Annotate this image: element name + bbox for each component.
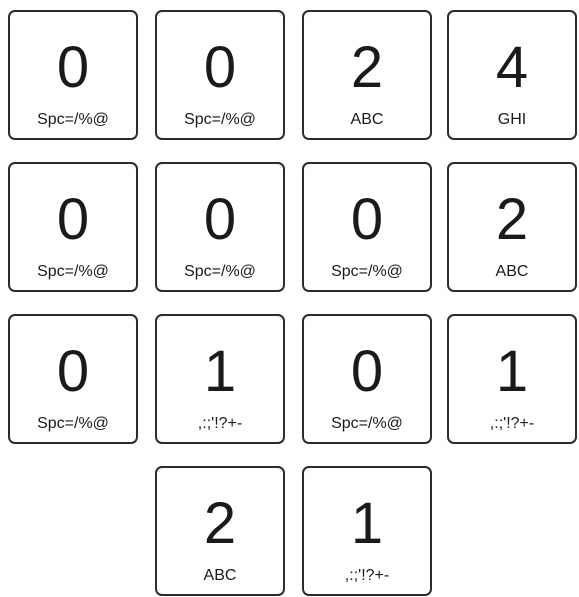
key-letters: Spc=/%@ (184, 263, 256, 280)
key-digit: 0 (350, 187, 384, 252)
key-1[interactable]: 1 ,:;'!?+- (447, 314, 577, 444)
key-digit: 0 (203, 35, 237, 100)
keypad: 0 Spc=/%@ 0 Spc=/%@ 2 ABC 4 GHI 0 Spc=/%… (0, 0, 579, 597)
key-0[interactable]: 0 Spc=/%@ (8, 162, 138, 292)
key-digit: 1 (495, 339, 529, 404)
key-2[interactable]: 2 ABC (155, 466, 285, 596)
key-0[interactable]: 0 Spc=/%@ (302, 314, 432, 444)
key-0[interactable]: 0 Spc=/%@ (8, 10, 138, 140)
key-digit: 0 (56, 339, 90, 404)
key-digit: 0 (56, 187, 90, 252)
key-digit: 1 (350, 491, 384, 556)
key-1[interactable]: 1 ,:;'!?+- (155, 314, 285, 444)
key-letters: ABC (203, 567, 237, 584)
key-digit: 2 (350, 35, 384, 100)
key-4[interactable]: 4 GHI (447, 10, 577, 140)
key-letters: Spc=/%@ (184, 111, 256, 128)
key-0[interactable]: 0 Spc=/%@ (155, 162, 285, 292)
key-letters: ,:;'!?+- (489, 415, 535, 432)
key-letters: ABC (495, 263, 529, 280)
key-letters: Spc=/%@ (331, 415, 403, 432)
key-letters: GHI (497, 111, 527, 128)
key-1[interactable]: 1 ,:;'!?+- (302, 466, 432, 596)
key-0[interactable]: 0 Spc=/%@ (8, 314, 138, 444)
key-letters: ,:;'!?+- (344, 567, 390, 584)
key-digit: 0 (56, 35, 90, 100)
key-digit: 0 (203, 187, 237, 252)
key-0[interactable]: 0 Spc=/%@ (155, 10, 285, 140)
key-letters: ABC (350, 111, 384, 128)
key-digit: 1 (203, 339, 237, 404)
key-letters: Spc=/%@ (37, 111, 109, 128)
key-digit: 2 (203, 491, 237, 556)
key-letters: ,:;'!?+- (197, 415, 243, 432)
key-2[interactable]: 2 ABC (447, 162, 577, 292)
key-letters: Spc=/%@ (37, 263, 109, 280)
key-digit: 4 (495, 35, 529, 100)
key-digit: 0 (350, 339, 384, 404)
key-2[interactable]: 2 ABC (302, 10, 432, 140)
key-0[interactable]: 0 Spc=/%@ (302, 162, 432, 292)
key-letters: Spc=/%@ (331, 263, 403, 280)
key-letters: Spc=/%@ (37, 415, 109, 432)
key-digit: 2 (495, 187, 529, 252)
